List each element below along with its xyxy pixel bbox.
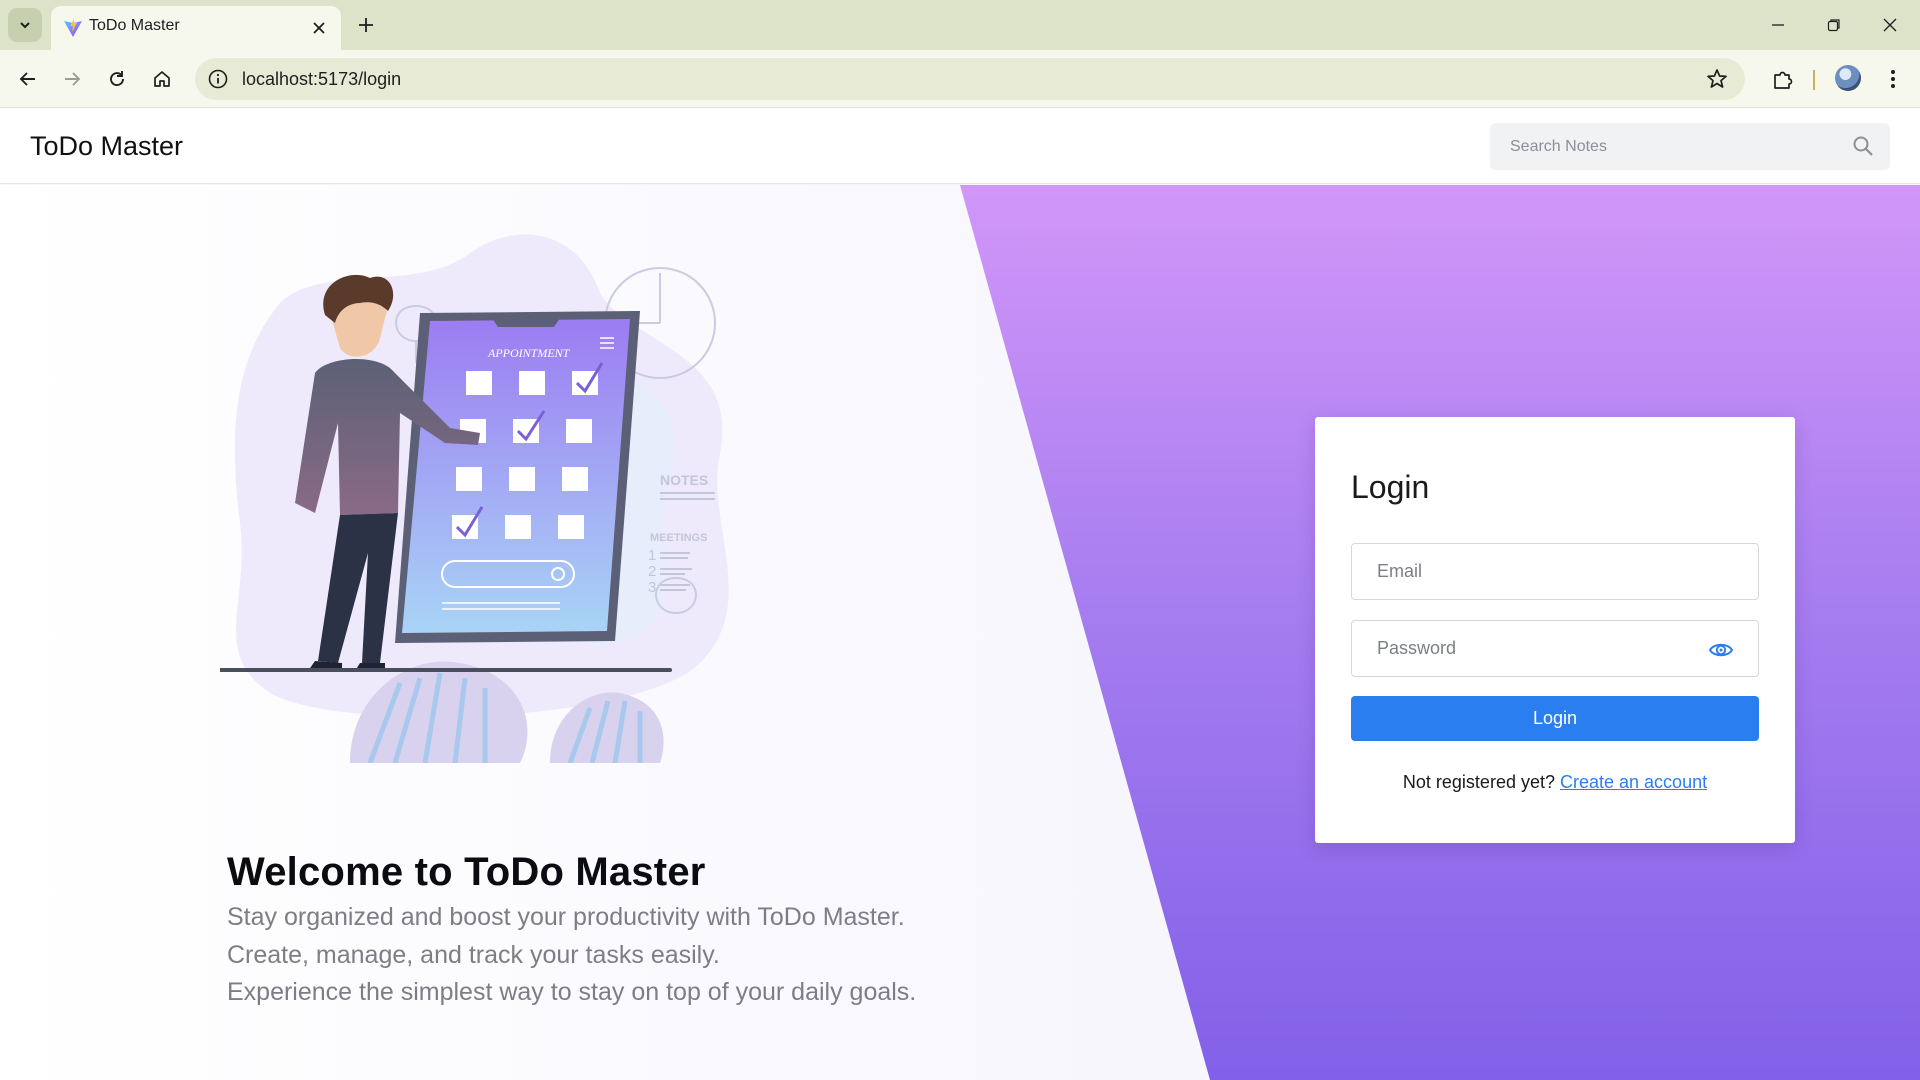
browser-tab[interactable]: ToDo Master [51,6,341,50]
plus-icon [359,18,373,32]
restore-icon [1827,19,1840,32]
brand-title[interactable]: ToDo Master [30,131,183,162]
reload-icon [110,71,124,87]
extensions-button[interactable] [1766,62,1800,96]
register-prompt: Not registered yet? Create an account [1315,772,1795,793]
minimize-button[interactable] [1758,8,1798,42]
star-icon[interactable] [1705,67,1729,91]
login-title: Login [1351,469,1430,505]
tab-title: ToDo Master [89,17,180,34]
restore-button[interactable] [1814,8,1854,42]
tab-close-button[interactable] [308,17,330,39]
address-bar[interactable]: localhost:5173/login [195,58,1745,100]
back-button[interactable] [11,62,45,96]
appointment-label: APPOINTMENT [487,346,571,360]
welcome-text-line: Stay organized and boost your productivi… [227,903,905,931]
welcome-text-line: Create, manage, and track your tasks eas… [227,941,720,969]
toolbar-divider [1813,70,1815,90]
create-account-link[interactable]: Create an account [1560,772,1707,792]
app-header: ToDo Master [0,108,1920,184]
email-field[interactable] [1352,544,1758,599]
tab-search-button[interactable] [8,8,42,42]
search-box [1490,123,1890,170]
close-icon [313,22,325,34]
login-page: NOTES MEETINGS 1 2 3 APPOINTMENT Welcome… [0,185,1920,1080]
reload-button[interactable] [100,62,134,96]
chevron-down-icon [20,22,30,29]
search-input[interactable] [1490,123,1840,170]
meeting-number: 3 [648,579,656,596]
info-icon[interactable] [207,68,229,90]
browser-toolbar: localhost:5173/login [0,50,1920,108]
task-illustration: NOTES MEETINGS 1 2 3 APPOINTMENT [220,234,729,763]
register-prompt-text: Not registered yet? [1402,772,1555,792]
welcome-text-line: Experience the simplest way to stay on t… [227,978,917,1006]
arrow-left-icon [19,72,35,86]
search-icon[interactable] [1852,135,1874,157]
close-window-button[interactable] [1870,8,1910,42]
email-field-wrapper [1351,543,1759,600]
url-text[interactable]: localhost:5173/login [242,69,401,90]
avatar[interactable] [1835,65,1861,91]
home-button[interactable] [145,62,179,96]
vite-icon [64,19,82,37]
browser-tab-strip: ToDo Master [0,0,1920,50]
meetings-label: MEETINGS [650,532,707,544]
meeting-number: 1 [648,547,656,564]
eye-icon[interactable] [1708,637,1734,663]
login-button[interactable]: Login [1351,696,1759,741]
home-icon [154,71,170,87]
arrow-right-icon [65,72,81,86]
login-card: Login Login Not registered yet? Create a… [1315,417,1795,843]
forward-button[interactable] [55,62,89,96]
welcome-title: Welcome to ToDo Master [227,850,706,894]
close-icon [1883,18,1897,32]
password-field-wrapper [1351,620,1759,677]
kebab-icon [1891,70,1895,88]
notes-label: NOTES [660,472,708,488]
new-tab-button[interactable] [352,11,380,39]
password-field[interactable] [1352,621,1758,676]
browser-menu-button[interactable] [1878,62,1908,96]
meeting-number: 2 [648,563,656,580]
puzzle-icon [1774,71,1793,89]
minimize-icon [1772,24,1784,26]
